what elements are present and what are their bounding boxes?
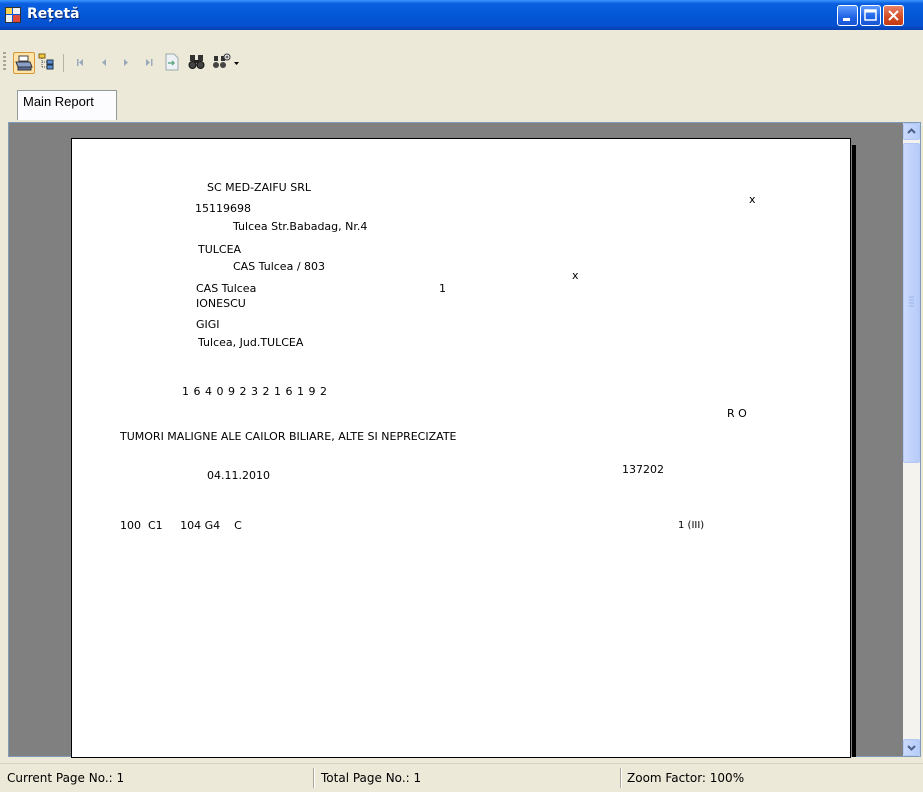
close-button[interactable]	[883, 5, 904, 26]
status-zoom: Zoom Factor: 100%	[627, 771, 745, 785]
company-code: 15119698	[195, 202, 251, 215]
minimize-button[interactable]	[837, 5, 858, 26]
prescription-date: 04.11.2010	[207, 469, 270, 482]
tab-main-report[interactable]: Main Report	[17, 90, 117, 120]
codes-line: 100 C1 104 G4 C	[120, 519, 242, 532]
tab-strip: Main Report	[0, 88, 923, 122]
patient-cnp: 1 6 4 0 9 2 3 2 1 6 1 9 2	[182, 385, 328, 398]
print-icon	[15, 55, 33, 71]
patient-residence: Tulcea, Jud.TULCEA	[198, 336, 304, 349]
goto-page-button[interactable]	[162, 52, 184, 74]
cas-number: 1	[439, 282, 446, 295]
report-page: SC MED-ZAIFU SRL 15119698 x Tulcea Str.B…	[71, 138, 851, 758]
zoom-icon	[213, 53, 239, 68]
diagnosis: TUMORI MALIGNE ALE CAILOR BILIARE, ALTE …	[120, 430, 457, 443]
chevron-up-icon	[907, 128, 916, 134]
page-shadow	[852, 145, 856, 757]
cas-short: CAS Tulcea	[196, 282, 257, 295]
maximize-icon	[864, 9, 877, 21]
quantity: 1 (III)	[678, 520, 705, 531]
status-divider	[620, 768, 621, 788]
title-bar[interactable]: Rețetă	[0, 0, 923, 30]
toolbar-grip[interactable]	[3, 52, 6, 72]
goto-page-icon	[165, 53, 179, 71]
window-title: Rețetă	[27, 6, 80, 22]
first-page-button[interactable]	[70, 52, 92, 74]
company-name: SC MED-ZAIFU SRL	[207, 181, 311, 194]
close-icon	[888, 10, 899, 21]
next-page-button[interactable]	[116, 52, 138, 74]
country-code: R O	[727, 407, 747, 420]
status-divider	[313, 768, 314, 788]
chevron-down-icon	[907, 745, 916, 751]
prev-page-button[interactable]	[93, 52, 115, 74]
scroll-up-button[interactable]	[903, 123, 920, 140]
toolbar-separator	[63, 54, 64, 72]
city: TULCEA	[198, 243, 242, 256]
group-tree-button[interactable]	[36, 52, 58, 74]
patient-firstname: GIGI	[196, 318, 220, 331]
first-page-icon	[77, 59, 83, 66]
mark-x-1: x	[749, 193, 756, 206]
status-total-pages: Total Page No.: 1	[321, 771, 422, 785]
find-icon	[188, 55, 205, 69]
last-page-button[interactable]	[139, 52, 161, 74]
company-address: Tulcea Str.Babadag, Nr.4	[233, 220, 368, 233]
vertical-scrollbar[interactable]	[903, 123, 920, 756]
mark-x-2: x	[572, 269, 579, 282]
maximize-button[interactable]	[860, 5, 881, 26]
prev-page-icon	[102, 59, 106, 66]
tree-icon	[38, 53, 54, 70]
scroll-down-button[interactable]	[903, 739, 920, 756]
prescription-number: 137202	[622, 463, 664, 476]
next-page-icon	[124, 59, 128, 66]
cas-name: CAS Tulcea / 803	[233, 260, 326, 273]
tab-label: Main Report	[23, 94, 94, 109]
status-current-page: Current Page No.: 1	[7, 771, 125, 785]
report-viewer[interactable]: SC MED-ZAIFU SRL 15119698 x Tulcea Str.B…	[8, 122, 921, 758]
toolbar	[0, 30, 923, 88]
grip-icon	[909, 296, 914, 307]
app-icon	[5, 7, 21, 23]
zoom-dropdown-button[interactable]	[212, 52, 242, 74]
patient-surname: IONESCU	[196, 297, 246, 310]
find-button[interactable]	[187, 52, 209, 74]
scroll-thumb[interactable]	[903, 143, 920, 463]
minimize-icon	[843, 18, 850, 21]
print-button[interactable]	[13, 52, 35, 74]
last-page-icon	[146, 59, 153, 66]
status-bar: Current Page No.: 1 Total Page No.: 1 Zo…	[0, 763, 923, 792]
